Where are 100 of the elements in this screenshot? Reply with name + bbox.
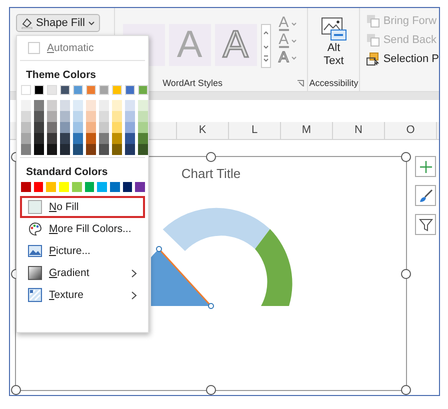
color-swatch[interactable]	[47, 85, 57, 95]
color-swatch[interactable]	[112, 100, 122, 111]
color-swatch[interactable]	[110, 182, 120, 192]
color-swatch[interactable]	[97, 182, 107, 192]
menu-item[interactable]: Picture...	[20, 240, 145, 262]
resize-handle[interactable]	[206, 152, 216, 162]
color-swatch[interactable]	[60, 133, 70, 144]
column-header[interactable]: O	[385, 122, 437, 139]
color-swatch[interactable]	[46, 182, 56, 192]
chart-filters-button[interactable]	[415, 214, 436, 235]
color-swatch[interactable]	[73, 85, 83, 95]
color-swatch[interactable]	[84, 182, 94, 192]
color-swatch[interactable]	[99, 111, 109, 122]
chart-elements-button[interactable]	[415, 156, 436, 177]
dialog-launcher-icon[interactable]	[297, 80, 304, 86]
color-swatch[interactable]	[59, 182, 69, 192]
color-swatch[interactable]	[21, 133, 31, 144]
color-swatch[interactable]	[125, 122, 135, 133]
color-swatch[interactable]	[125, 100, 135, 111]
color-swatch[interactable]	[138, 122, 148, 133]
color-swatch[interactable]	[34, 85, 44, 95]
chart-styles-button[interactable]	[415, 185, 436, 206]
color-swatch[interactable]	[73, 111, 83, 122]
color-swatch[interactable]	[34, 111, 44, 122]
color-swatch[interactable]	[135, 182, 146, 192]
color-swatch[interactable]	[125, 133, 135, 144]
resize-handle[interactable]	[401, 385, 411, 395]
color-swatch[interactable]	[112, 85, 122, 95]
column-header[interactable]: L	[229, 122, 281, 139]
color-swatch[interactable]	[47, 100, 57, 111]
empty-fill-icon	[28, 200, 42, 214]
color-swatch[interactable]	[73, 144, 83, 155]
color-swatch[interactable]	[99, 122, 109, 133]
color-swatch[interactable]	[34, 122, 44, 133]
menu-item[interactable]: More Fill Colors...	[20, 218, 145, 240]
menu-item[interactable]: Gradient	[20, 262, 145, 284]
resize-handle[interactable]	[401, 152, 411, 162]
color-swatch[interactable]	[138, 100, 148, 111]
color-swatch[interactable]	[112, 122, 122, 133]
color-swatch[interactable]	[112, 133, 122, 144]
arrange-button[interactable]: Selection P	[366, 52, 439, 66]
color-swatch[interactable]	[34, 133, 44, 144]
color-swatch[interactable]	[34, 144, 44, 155]
color-swatch[interactable]	[99, 133, 109, 144]
color-swatch[interactable]	[60, 100, 70, 111]
color-swatch[interactable]	[34, 182, 44, 192]
color-swatch[interactable]	[73, 133, 83, 144]
color-swatch[interactable]	[86, 144, 96, 155]
color-swatch[interactable]	[47, 122, 57, 133]
resize-handle[interactable]	[206, 385, 216, 395]
gallery-scroll-arrows[interactable]	[260, 24, 271, 68]
column-header[interactable]: M	[281, 122, 333, 139]
caret-icon	[290, 56, 297, 60]
alt-text-button[interactable]: Alt Text	[320, 16, 347, 68]
color-swatch[interactable]	[73, 100, 83, 111]
filter-icon	[418, 218, 432, 232]
color-swatch[interactable]	[138, 85, 148, 95]
color-swatch[interactable]	[99, 144, 109, 155]
color-swatch[interactable]	[47, 133, 57, 144]
color-swatch[interactable]	[60, 111, 70, 122]
resize-handle[interactable]	[11, 385, 21, 395]
chart-title[interactable]: Chart Title	[181, 166, 241, 181]
color-swatch[interactable]	[112, 111, 122, 122]
color-swatch[interactable]	[47, 111, 57, 122]
color-swatch[interactable]	[72, 182, 82, 192]
color-swatch[interactable]	[21, 111, 31, 122]
color-swatch[interactable]	[86, 85, 96, 95]
color-swatch[interactable]	[122, 182, 132, 192]
gradient-icon	[28, 266, 42, 280]
color-swatch[interactable]	[21, 85, 31, 95]
color-swatch[interactable]	[60, 85, 70, 95]
column-header[interactable]: N	[333, 122, 385, 139]
menu-item[interactable]: No Fill	[20, 196, 145, 218]
color-swatch[interactable]	[138, 133, 148, 144]
color-swatch[interactable]	[99, 85, 109, 95]
color-swatch[interactable]	[86, 133, 96, 144]
menu-item[interactable]: Texture	[20, 284, 145, 306]
color-swatch[interactable]	[21, 182, 31, 192]
color-swatch[interactable]	[21, 144, 31, 155]
color-swatch[interactable]	[125, 144, 135, 155]
color-swatch[interactable]	[21, 100, 31, 111]
color-swatch[interactable]	[73, 122, 83, 133]
color-swatch[interactable]	[125, 111, 135, 122]
color-swatch[interactable]	[86, 111, 96, 122]
color-swatch[interactable]	[125, 85, 135, 95]
color-swatch[interactable]	[138, 111, 148, 122]
color-swatch[interactable]	[21, 122, 31, 133]
column-header[interactable]: K	[177, 122, 229, 139]
plus-icon	[418, 160, 432, 174]
resize-handle[interactable]	[401, 268, 411, 278]
color-swatch[interactable]	[34, 100, 44, 111]
color-swatch[interactable]	[47, 144, 57, 155]
color-swatch[interactable]	[138, 144, 148, 155]
color-swatch[interactable]	[86, 100, 96, 111]
color-swatch[interactable]	[99, 100, 109, 111]
shape-fill-button[interactable]: Shape Fill	[16, 14, 100, 32]
color-swatch[interactable]	[60, 122, 70, 133]
color-swatch[interactable]	[112, 144, 122, 155]
color-swatch[interactable]	[86, 122, 96, 133]
color-swatch[interactable]	[60, 144, 70, 155]
